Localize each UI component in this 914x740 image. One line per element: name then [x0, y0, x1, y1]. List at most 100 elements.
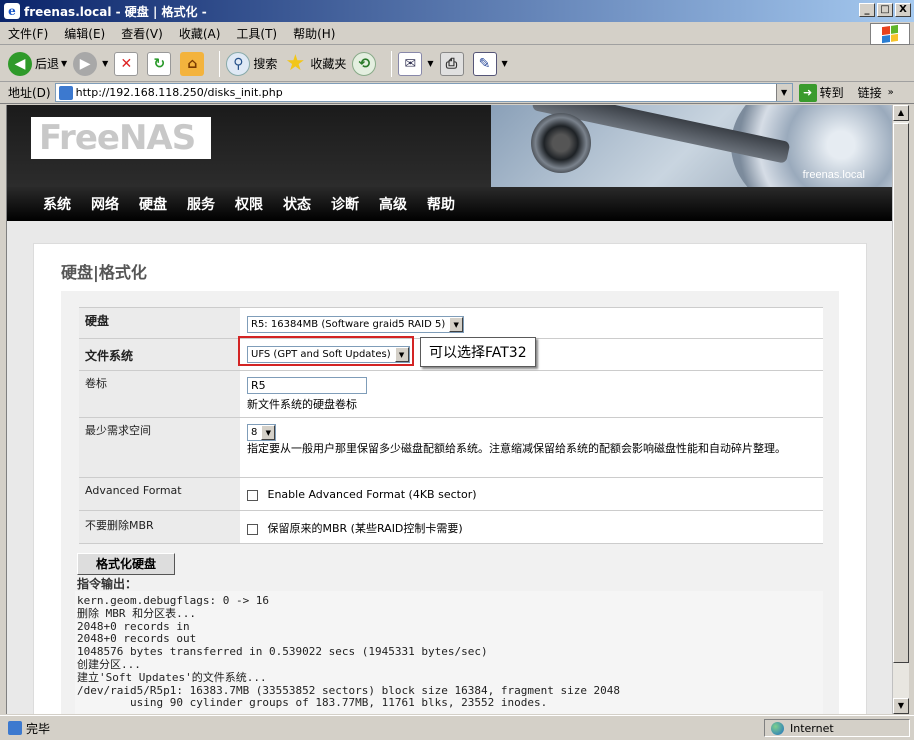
- search-icon: ⚲: [226, 51, 251, 76]
- annotation-callout: 可以选择FAT32: [420, 337, 536, 367]
- scroll-thumb[interactable]: [893, 123, 909, 663]
- go-button[interactable]: ➜ 转到: [798, 83, 844, 102]
- links-button[interactable]: 链接: [858, 84, 882, 101]
- forward-dropdown-icon[interactable]: ▼: [102, 59, 108, 68]
- nav-system[interactable]: 系统: [43, 194, 71, 214]
- nav-advanced[interactable]: 高级: [379, 194, 407, 214]
- menu-bar: 文件(F) 编辑(E) 查看(V) 收藏(A) 工具(T) 帮助(H): [0, 22, 914, 45]
- volume-help: 新文件系统的硬盘卷标: [247, 398, 357, 411]
- edit-button[interactable]: ✎ ▼: [472, 51, 508, 76]
- nav-diagnostics[interactable]: 诊断: [331, 194, 359, 214]
- mbr-checkbox-label: 保留原来的MBR (某些RAID控制卡需要): [267, 522, 463, 535]
- go-arrow-icon: ➜: [798, 83, 817, 102]
- toolbar: ◀ 后退 ▼ ▶ ▼ ✕ ↻ ⌂ ⚲ 搜索 ★ 收藏夹 ⟲ ✉ ▼ ⎙ ✎ ▼: [0, 46, 914, 82]
- print-button[interactable]: ⎙: [439, 51, 467, 76]
- advformat-label: Advanced Format: [79, 478, 241, 510]
- nav-disks[interactable]: 硬盘: [139, 194, 167, 214]
- highlight-box: [238, 336, 414, 366]
- search-button[interactable]: ⚲ 搜索: [226, 51, 278, 76]
- globe-icon: [771, 721, 784, 735]
- history-button[interactable]: ⟲: [352, 51, 379, 76]
- address-dropdown-icon[interactable]: ▼: [775, 84, 792, 101]
- page-icon: [58, 85, 73, 100]
- back-dropdown-icon[interactable]: ▼: [61, 59, 67, 68]
- nav-help[interactable]: 帮助: [427, 194, 455, 214]
- ie-icon: e: [4, 3, 20, 19]
- chevron-down-icon: ▼: [261, 425, 276, 440]
- maximize-button[interactable]: □: [877, 3, 893, 17]
- scroll-down-icon[interactable]: ▼: [893, 698, 909, 714]
- advformat-checkbox[interactable]: [247, 489, 258, 501]
- address-input[interactable]: http://192.168.118.250/disks_init.php ▼: [54, 83, 793, 102]
- chevron-down-icon: ▼: [449, 317, 464, 332]
- back-label: 后退: [35, 57, 60, 71]
- output-label: 指令输出：: [77, 577, 138, 591]
- minspace-select[interactable]: 8 ▼: [247, 424, 277, 441]
- mail-icon: ✉: [398, 51, 423, 76]
- minimize-button[interactable]: _: [859, 3, 875, 17]
- hostname-label: freenas.local: [802, 169, 865, 181]
- refresh-button[interactable]: ↻: [147, 51, 174, 76]
- favorites-label: 收藏夹: [310, 57, 347, 71]
- security-zone: Internet: [764, 719, 910, 737]
- output-line: 删除 MBR 和分区表...: [77, 606, 196, 620]
- zone-label: Internet: [790, 721, 834, 735]
- menu-file[interactable]: 文件(F): [8, 25, 48, 42]
- status-text: 完毕: [26, 721, 51, 736]
- windows-logo: [870, 23, 910, 45]
- close-button[interactable]: X: [895, 3, 911, 17]
- vertical-scrollbar[interactable]: ▲ ▼: [892, 105, 909, 714]
- disk-select[interactable]: R5: 16384MB (Software graid5 RAID 5) ▼: [247, 316, 465, 333]
- nav-access[interactable]: 权限: [235, 194, 263, 214]
- filesystem-label: 文件系统: [79, 339, 241, 370]
- home-icon: ⌂: [180, 51, 205, 76]
- mbr-label: 不要删除MBR: [79, 511, 241, 543]
- nav-network[interactable]: 网络: [91, 194, 119, 214]
- scroll-up-icon[interactable]: ▲: [893, 105, 909, 121]
- mail-dropdown-icon[interactable]: ▼: [427, 59, 433, 68]
- search-label: 搜索: [253, 57, 278, 71]
- menu-favorites[interactable]: 收藏(A): [179, 25, 221, 42]
- menu-tools[interactable]: 工具(T): [236, 25, 277, 42]
- format-disk-button[interactable]: 格式化硬盘: [77, 553, 175, 575]
- status-bar: 完毕 Internet: [0, 715, 914, 740]
- history-icon: ⟲: [352, 51, 377, 76]
- mail-button[interactable]: ✉ ▼: [398, 51, 434, 76]
- browser-viewport: FreeNAS freenas.local 系统 网络 硬盘 服务 权限 状态 …: [6, 105, 892, 714]
- edit-dropdown-icon[interactable]: ▼: [502, 59, 508, 68]
- address-bar: 地址(D) http://192.168.118.250/disks_init.…: [0, 82, 914, 104]
- minspace-select-value: 8: [251, 427, 258, 438]
- freenas-logo[interactable]: FreeNAS: [31, 117, 211, 159]
- printer-icon: ⎙: [439, 51, 464, 76]
- nav-status[interactable]: 状态: [283, 194, 311, 214]
- go-label: 转到: [819, 86, 844, 100]
- output-line: 1048576 bytes transferred in 0.539022 se…: [77, 645, 488, 659]
- star-icon: ★: [285, 51, 306, 76]
- home-button[interactable]: ⌂: [180, 51, 207, 76]
- back-arrow-icon: ◀: [8, 51, 32, 76]
- menu-edit[interactable]: 编辑(E): [64, 25, 105, 42]
- minspace-help: 指定要从一般用户那里保留多少磁盘配额给系统。注意缩减保留给系统的配额会影响磁盘性…: [247, 442, 786, 455]
- favorites-button[interactable]: ★ 收藏夹: [283, 51, 347, 76]
- nav-services[interactable]: 服务: [187, 194, 215, 214]
- command-output: kern.geom.debugflags: 0 -> 16 删除 MBR 和分区表…: [75, 591, 823, 714]
- forward-button[interactable]: ▶ ▼: [73, 51, 108, 76]
- volume-input[interactable]: R5: [247, 377, 367, 394]
- back-button[interactable]: ◀ 后退 ▼: [8, 51, 67, 76]
- window-titlebar: e freenas.local - 硬盘 | 格式化 - _ □ X: [0, 0, 914, 22]
- minspace-label: 最少需求空间: [79, 418, 241, 477]
- disk-select-value: R5: 16384MB (Software graid5 RAID 5): [251, 319, 446, 330]
- output-line: 建立'Soft Updates'的文件系统...: [77, 670, 267, 684]
- edit-icon: ✎: [472, 51, 497, 76]
- chevron-right-icon[interactable]: »: [888, 87, 894, 98]
- menu-view[interactable]: 查看(V): [121, 25, 163, 42]
- address-url: http://192.168.118.250/disks_init.php: [75, 86, 283, 99]
- mbr-checkbox[interactable]: [247, 523, 258, 535]
- menu-help[interactable]: 帮助(H): [293, 25, 335, 42]
- address-label: 地址(D): [8, 86, 51, 100]
- stop-button[interactable]: ✕: [114, 51, 141, 76]
- disk-label: 硬盘: [79, 308, 241, 338]
- advformat-checkbox-label: Enable Advanced Format (4KB sector): [267, 488, 477, 501]
- forward-arrow-icon: ▶: [73, 51, 98, 76]
- volume-label: 卷标: [79, 371, 241, 417]
